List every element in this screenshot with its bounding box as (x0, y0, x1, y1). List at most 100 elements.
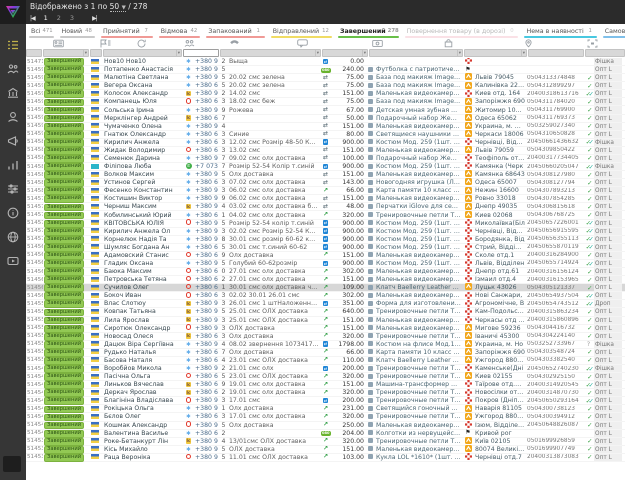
filter-phone-input[interactable] (183, 49, 219, 57)
order-id: 514596 (26, 83, 43, 89)
sidebar-info-icon[interactable] (7, 206, 20, 219)
status-tab[interactable]: Нема в наявності1 (521, 24, 599, 38)
dropdown-icon[interactable]: ▾ (362, 50, 367, 56)
sales-channel: Опт L (594, 66, 622, 73)
product-name: Подарочный набор Жемчужина (375, 115, 462, 122)
status-tab[interactable]: Відмова42 (156, 24, 204, 38)
sidebar-clients-icon[interactable] (7, 62, 20, 75)
dropdown-icon[interactable]: ▾ (176, 50, 181, 56)
sidebar-globe-icon[interactable] (7, 230, 20, 243)
delivery-city: Таїрове отд.139 (474, 381, 526, 388)
order-amount: 900.00 (331, 244, 367, 251)
status-tab[interactable]: Завершений278 (335, 24, 402, 38)
column-phone-icon[interactable] (217, 38, 251, 48)
first-page-button[interactable]: |◀ (30, 15, 35, 22)
column-order-icon[interactable] (26, 38, 90, 48)
column-payment-icon[interactable] (354, 38, 401, 48)
page-size-dropdown[interactable]: 50 ▼ (110, 2, 126, 12)
product-box-icon (368, 374, 373, 379)
payment-card-icon: ⇄ (323, 341, 328, 347)
column-source-icon[interactable] (120, 38, 162, 48)
client-phone: +380 6 (194, 212, 219, 219)
filter-product[interactable]: ▾ (369, 49, 463, 57)
order-id: 514583 (26, 172, 43, 178)
filter-country[interactable] (90, 49, 102, 57)
payment-cash-icon: ↗ (323, 211, 328, 218)
filter-comment[interactable]: ▾ (220, 49, 321, 57)
filter-client[interactable]: ▾ (103, 49, 182, 57)
filter-channel[interactable] (585, 49, 625, 57)
column-client-icon[interactable] (162, 38, 217, 48)
dropdown-icon[interactable]: ▾ (457, 50, 462, 56)
sidebar-settings-icon[interactable] (7, 182, 20, 195)
sidebar-video-icon[interactable] (7, 254, 20, 267)
order-row[interactable]: 514537ЗавершенийРаца Вероніка+380 9511.0… (26, 454, 625, 462)
app-logo[interactable] (0, 0, 26, 24)
confirmed-icon: ✓ (583, 82, 594, 90)
status-tab[interactable]: Самовивіз2 (600, 24, 625, 38)
calls-count: 3 (219, 397, 228, 404)
order-note: 07.02 смс олх доставка (228, 179, 320, 186)
filter-city[interactable]: ▾ (464, 49, 527, 57)
status-tab[interactable]: Відправлений12 (268, 24, 335, 38)
sales-channel: Опт L (594, 284, 622, 291)
product-name: Тренировочные петли TRX Train (375, 365, 462, 372)
client-phone: +380 6 (194, 292, 219, 299)
filter-amount[interactable]: ▾ (322, 49, 368, 57)
tracking-number: 0504311769373 (526, 115, 583, 121)
page-number-button[interactable]: 1 (44, 14, 48, 22)
calls-count: 5 (219, 260, 228, 267)
sidebar-payouts-icon[interactable] (7, 110, 20, 123)
sidebar-bank-icon[interactable] (7, 86, 20, 99)
order-amount: 151.00 (331, 446, 367, 453)
status-tab[interactable]: Всі471 (26, 24, 57, 38)
tracking-number: 20450654743512 (526, 301, 583, 307)
order-note: Голубий 60-62розмір (228, 260, 320, 267)
tab-label: Новий (62, 28, 82, 35)
calls-count: 3 (219, 413, 228, 420)
product-name: Маленькая видеокамера SQ8 * (375, 276, 462, 283)
column-tracking-icon[interactable] (560, 38, 625, 48)
dropdown-icon[interactable]: ▾ (315, 50, 320, 56)
source-ring-icon (186, 219, 192, 225)
source-ring-icon (186, 373, 192, 379)
tracking-number: 0504311784020 (526, 99, 583, 105)
column-comment-icon[interactable] (251, 38, 354, 48)
product-box-icon (368, 131, 373, 136)
payment-cash-icon: ↗ (323, 316, 328, 323)
status-tab[interactable]: Новий48 (57, 24, 98, 38)
filter-status[interactable]: ▾ (43, 49, 89, 57)
product-box-icon (368, 220, 373, 225)
product-icon (367, 66, 375, 73)
dropdown-icon[interactable]: ▾ (521, 50, 526, 56)
status-tab[interactable]: Прийнятий7 (98, 24, 156, 38)
status-tab[interactable]: Запакований1 (203, 24, 267, 38)
payment-icon: ↗ (320, 268, 331, 276)
sidebar-footer[interactable] (3, 456, 21, 472)
order-amount: 110.00 (331, 357, 367, 364)
product-box-icon (368, 236, 373, 241)
payment-icon: ↗ (320, 324, 331, 332)
sidebar-campaigns-icon[interactable] (7, 134, 20, 147)
order-note: 02.02 30.01 26.01 смс (228, 292, 320, 299)
confirmed-icon: ✓✓ (583, 235, 594, 243)
dropdown-icon[interactable]: ▾ (83, 50, 88, 56)
order-amount: 151.00 (331, 252, 367, 259)
last-page-button[interactable]: ▶| (92, 15, 97, 22)
page-number-button[interactable]: 2 (57, 14, 61, 22)
order-id: 514588 (26, 147, 43, 153)
client-phone: +380 9 (194, 220, 219, 227)
sidebar-orders-icon[interactable] (7, 38, 20, 51)
sidebar-stats-icon[interactable] (7, 158, 20, 171)
client-phone: +380 9 (194, 325, 219, 332)
client-phone: +380 9 (194, 260, 219, 267)
filter-id[interactable] (26, 49, 42, 57)
page-number-button[interactable]: 3 (70, 14, 74, 22)
column-delivery-icon[interactable] (496, 38, 560, 48)
tracking-number: 0504307854285 (526, 196, 583, 202)
status-tab[interactable]: Повернення товару (в дорозі)0 (402, 24, 522, 38)
column-status-icon[interactable] (90, 38, 120, 48)
order-note: 08.02 звернення 10734175 фі (228, 341, 320, 348)
filter-tracking[interactable] (528, 49, 584, 57)
column-product-icon[interactable] (401, 38, 496, 48)
